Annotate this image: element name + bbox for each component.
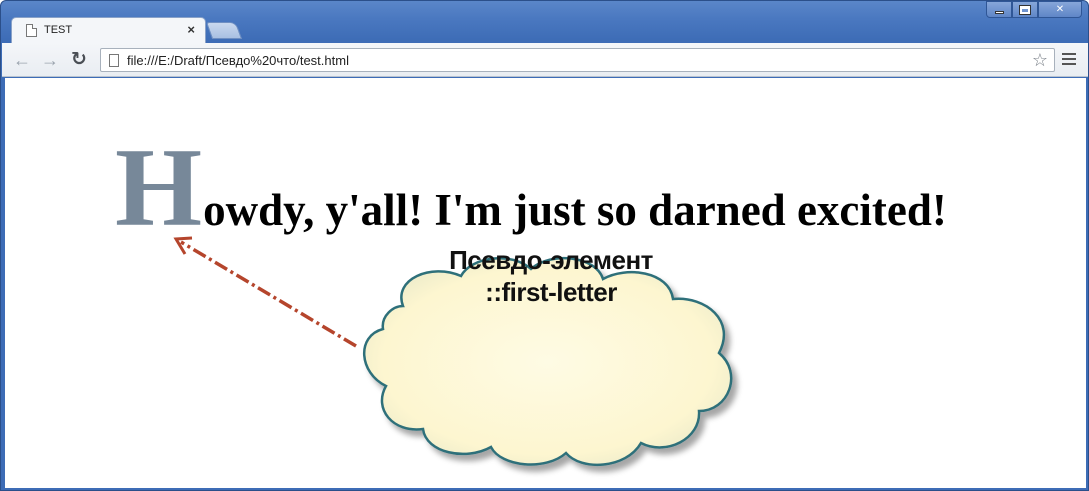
- callout-line-2: ::first-letter: [485, 276, 617, 307]
- browser-window: TEST × ✕ ← → ↻ file:///E:/Draft/Псевдо%2…: [0, 0, 1089, 491]
- callout-text: Псевдо-элемент ::first-letter: [411, 245, 691, 308]
- callout-line-1: Псевдо-элемент: [449, 245, 653, 275]
- arrow-line: [180, 240, 357, 348]
